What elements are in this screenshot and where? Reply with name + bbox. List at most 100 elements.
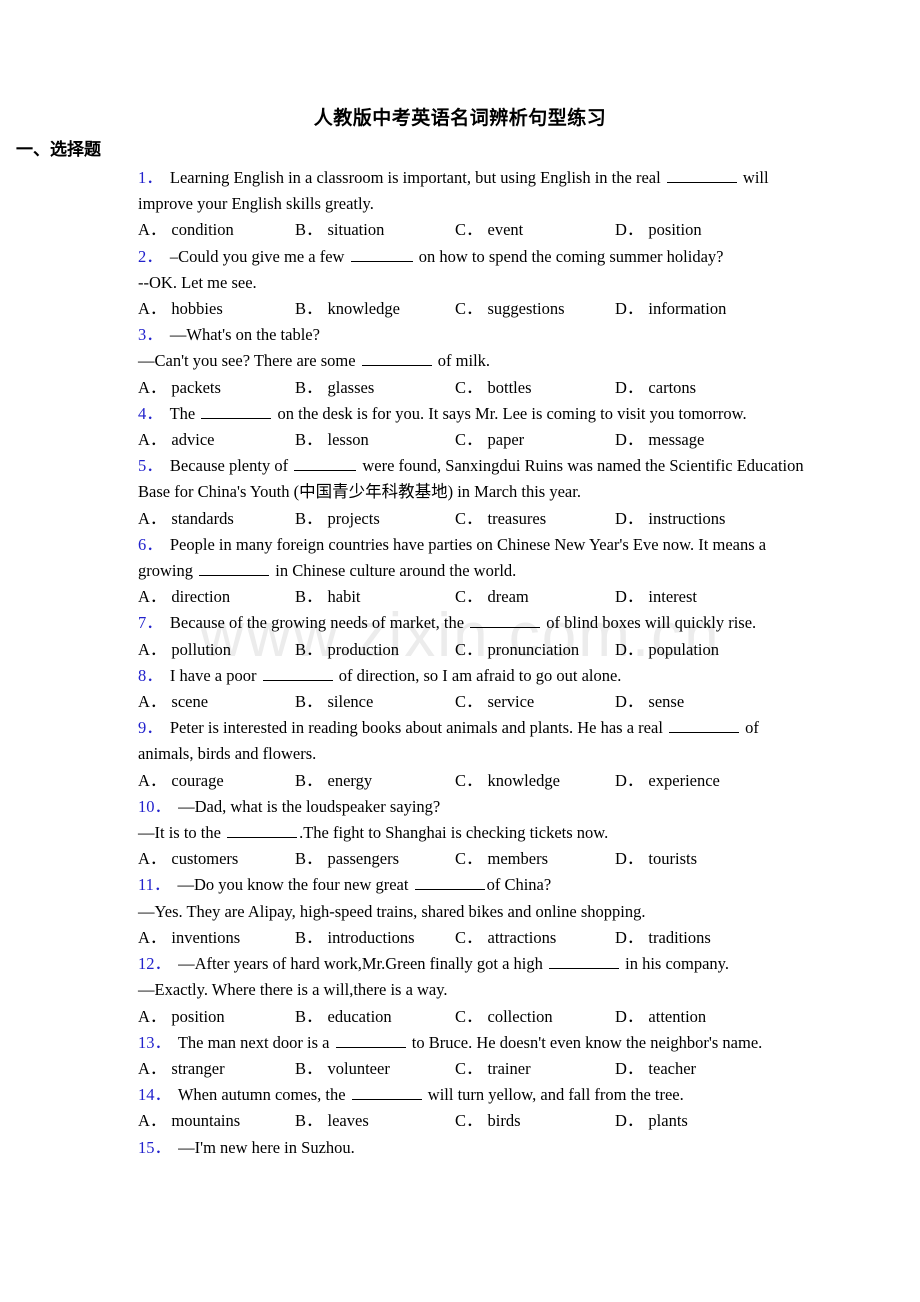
option-label: traditions [648, 927, 711, 947]
answer-blank[interactable] [470, 612, 541, 629]
question-stem: 3． —What's on the table? [138, 322, 812, 348]
option-choice-b[interactable]: B． glasses [295, 375, 455, 401]
answer-blank[interactable] [548, 952, 619, 970]
option-label: lesson [327, 430, 369, 450]
option-choice-a[interactable]: A． courage [138, 768, 295, 794]
option-choice-b[interactable]: B． education [295, 1004, 455, 1030]
option-choice-b[interactable]: B． leaves [295, 1108, 455, 1134]
option-choice-b[interactable]: B． silence [295, 689, 455, 715]
option-choice-c[interactable]: C． members [455, 846, 615, 872]
option-choice-a[interactable]: A． scene [138, 689, 295, 715]
option-choice-a[interactable]: A． packets [138, 375, 295, 401]
option-choice-b[interactable]: B． projects [295, 506, 455, 532]
option-label: stranger [171, 1058, 225, 1078]
option-choice-a[interactable]: A． standards [138, 506, 295, 532]
option-choice-d[interactable]: D． information [615, 296, 775, 322]
option-row: A． mountains B． leaves C． birds D． plants [138, 1108, 812, 1134]
answer-blank[interactable] [201, 402, 272, 419]
question-number: 11． [138, 875, 171, 895]
option-choice-d[interactable]: D． teacher [615, 1056, 775, 1082]
option-choice-a[interactable]: A． direction [138, 584, 295, 610]
option-choice-d[interactable]: D． attention [615, 1004, 775, 1030]
option-choice-b[interactable]: B． volunteer [295, 1056, 455, 1082]
option-choice-c[interactable]: C． suggestions [455, 296, 615, 322]
question-text: I have a poor of direction, so I am afra… [169, 664, 622, 685]
question-number: 7． [138, 613, 163, 633]
option-choice-a[interactable]: A． mountains [138, 1108, 295, 1134]
option-choice-c[interactable]: C． dream [455, 584, 615, 610]
option-choice-b[interactable]: B． introductions [295, 925, 455, 951]
option-row: A． packets B． glasses C． bottles D． cartons [138, 375, 812, 401]
option-key: B． [295, 299, 323, 319]
question-text: The on the desk is for you. It says Mr. … [169, 402, 747, 423]
option-choice-a[interactable]: A． customers [138, 846, 295, 872]
option-key: B． [295, 1006, 323, 1026]
option-choice-c[interactable]: C． event [455, 217, 615, 243]
option-choice-b[interactable]: B． passengers [295, 846, 455, 872]
option-key: D． [615, 639, 644, 659]
answer-blank[interactable] [350, 245, 413, 262]
option-choice-a[interactable]: A． inventions [138, 925, 295, 951]
question-stem: 12． —After years of hard work,Mr.Green f… [138, 951, 812, 977]
option-choice-c[interactable]: C． collection [455, 1004, 615, 1030]
option-choice-d[interactable]: D． population [615, 637, 775, 663]
option-choice-d[interactable]: D． instructions [615, 506, 775, 532]
option-key: C． [455, 1058, 483, 1078]
option-choice-d[interactable]: D． message [615, 427, 775, 453]
answer-blank[interactable] [666, 166, 737, 183]
answer-blank[interactable] [361, 350, 432, 367]
option-key: A． [138, 770, 167, 790]
option-choice-c[interactable]: C． birds [455, 1108, 615, 1134]
option-key: A． [138, 299, 167, 319]
option-choice-d[interactable]: D． plants [615, 1108, 775, 1134]
option-label: courage [171, 770, 224, 790]
option-choice-c[interactable]: C． pronunciation [455, 637, 615, 663]
option-choice-a[interactable]: A． pollution [138, 637, 295, 663]
option-choice-c[interactable]: C． treasures [455, 506, 615, 532]
answer-blank[interactable] [351, 1083, 422, 1101]
option-choice-c[interactable]: C． paper [455, 427, 615, 453]
answer-blank[interactable] [262, 664, 333, 681]
option-label: scene [171, 692, 209, 712]
question-stem-continued: --OK. Let me see. [138, 270, 812, 296]
option-key: B． [295, 587, 323, 607]
option-choice-d[interactable]: D． experience [615, 768, 775, 794]
answer-blank[interactable] [227, 821, 298, 839]
answer-blank[interactable] [414, 874, 485, 891]
option-key: A． [138, 692, 167, 712]
option-choice-c[interactable]: C． attractions [455, 925, 615, 951]
option-choice-d[interactable]: D． cartons [615, 375, 775, 401]
option-choice-d[interactable]: D． traditions [615, 925, 775, 951]
option-key: D． [615, 220, 644, 240]
option-choice-d[interactable]: D． tourists [615, 846, 775, 872]
option-choice-d[interactable]: D． interest [615, 584, 775, 610]
option-choice-b[interactable]: B． situation [295, 217, 455, 243]
question-stem: 5． Because plenty of were found, Sanxing… [138, 453, 812, 505]
option-choice-b[interactable]: B． knowledge [295, 296, 455, 322]
answer-blank[interactable] [294, 455, 357, 472]
option-choice-a[interactable]: A． condition [138, 217, 295, 243]
option-choice-d[interactable]: D． sense [615, 689, 775, 715]
option-choice-b[interactable]: B． lesson [295, 427, 455, 453]
option-choice-c[interactable]: C． service [455, 689, 615, 715]
answer-blank[interactable] [199, 559, 270, 577]
question-stem: 8． I have a poor of direction, so I am a… [138, 663, 812, 689]
option-choice-a[interactable]: A． stranger [138, 1056, 295, 1082]
option-choice-a[interactable]: A． advice [138, 427, 295, 453]
option-choice-a[interactable]: A． hobbies [138, 296, 295, 322]
option-choice-a[interactable]: A． position [138, 1004, 295, 1030]
question-text: Learning English in a classroom is impor… [138, 166, 769, 214]
option-choice-d[interactable]: D． position [615, 217, 775, 243]
option-key: B． [295, 770, 323, 790]
option-choice-b[interactable]: B． habit [295, 584, 455, 610]
answer-blank[interactable] [669, 717, 740, 734]
option-key: C． [455, 1006, 483, 1026]
option-choice-b[interactable]: B． energy [295, 768, 455, 794]
answer-blank[interactable] [335, 1031, 406, 1048]
option-choice-b[interactable]: B． production [295, 637, 455, 663]
option-choice-c[interactable]: C． knowledge [455, 768, 615, 794]
option-choice-c[interactable]: C． bottles [455, 375, 615, 401]
document-page: 人教版中考英语名词辨析句型练习 一、选择题 1． Learning Englis… [0, 0, 920, 1161]
option-choice-c[interactable]: C． trainer [455, 1056, 615, 1082]
option-row: A． direction B． habit C． dream D． interest [138, 584, 812, 610]
